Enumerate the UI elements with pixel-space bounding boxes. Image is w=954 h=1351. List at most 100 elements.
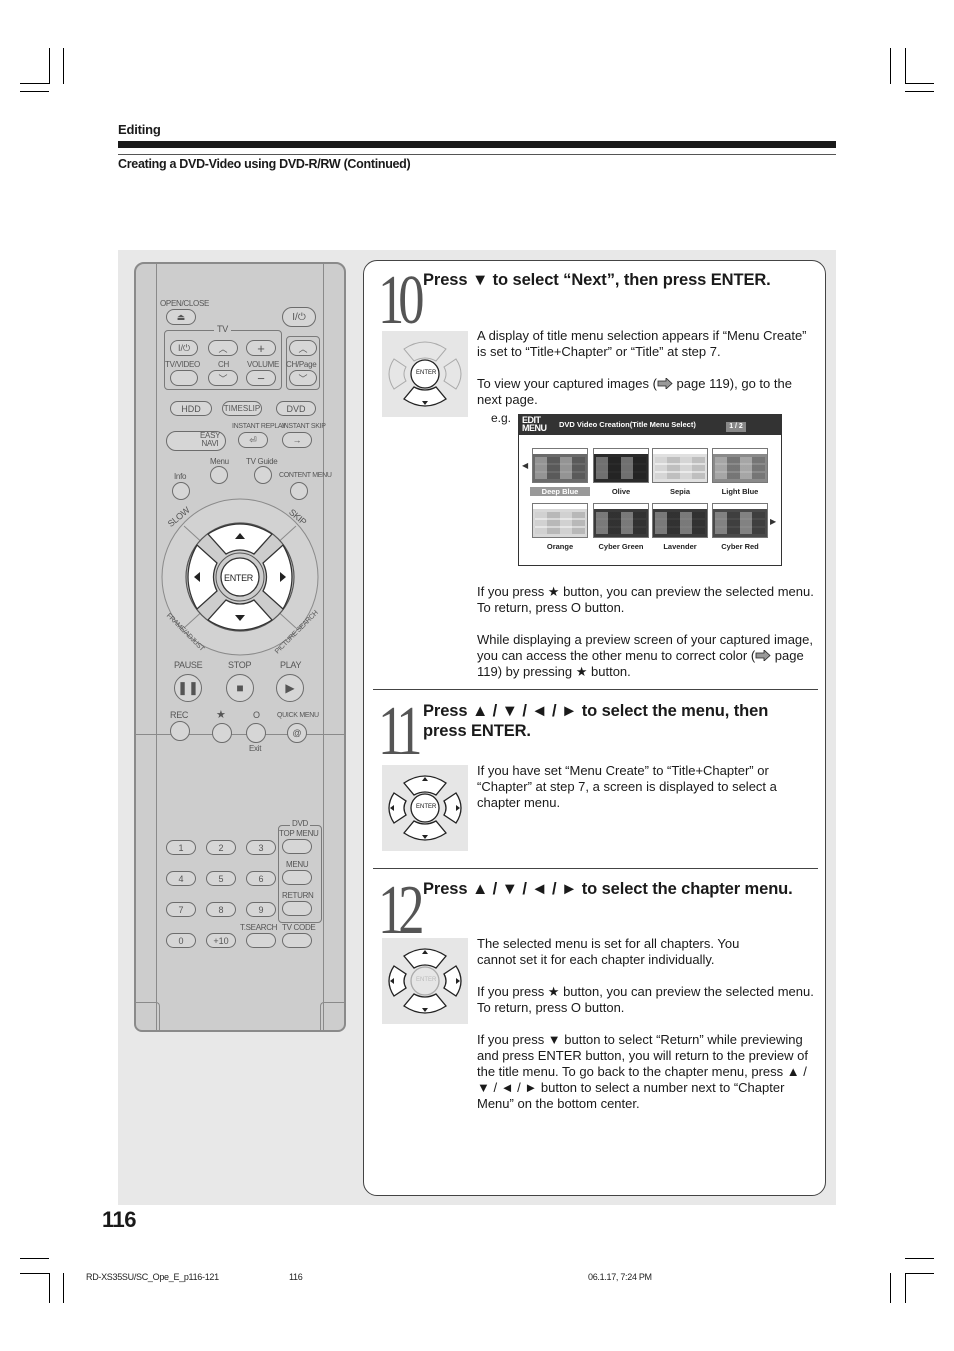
dpad-enter-label: ENTER bbox=[416, 370, 437, 376]
theme-thumbnail[interactable] bbox=[593, 448, 649, 483]
digit-button: 0 bbox=[166, 933, 196, 948]
page-number: 116 bbox=[102, 1207, 137, 1232]
theme-thumbnail[interactable] bbox=[652, 448, 708, 483]
crop-mark bbox=[49, 48, 50, 84]
crop-mark bbox=[63, 1273, 64, 1303]
step-heading: Press ▲ / ▼ / ◄ / ► to select the chapte… bbox=[423, 880, 793, 898]
step-number: 11 bbox=[378, 693, 423, 770]
theme-thumbnail[interactable] bbox=[593, 503, 649, 538]
eject-icon: ⏏ bbox=[176, 311, 186, 322]
edit-menu-logo: EDIT MENU bbox=[522, 415, 547, 433]
volume-up-button: + bbox=[246, 340, 276, 356]
section-title: Editing bbox=[118, 122, 161, 137]
menu-label: Menu bbox=[210, 457, 229, 466]
step-12-text: The selected menu is set for all chapter… bbox=[477, 936, 817, 1128]
top-menu-button bbox=[282, 839, 312, 854]
replay-icon: ⏎ bbox=[249, 434, 257, 445]
crop-mark bbox=[20, 91, 49, 92]
top-menu-label: TOP MENU bbox=[279, 829, 319, 838]
chevron-down-icon: ﹀ bbox=[218, 373, 228, 384]
screen-title: DVD Video Creation(Title Menu Select) bbox=[559, 420, 696, 429]
theme-label[interactable]: Cyber Green bbox=[591, 542, 651, 551]
remote-control-illustration: OPEN/CLOSE ⏏ I/⏻ TV I/⏻ ︿ + TV/VIDEO CH … bbox=[134, 262, 346, 1032]
exit-label: Exit bbox=[249, 744, 262, 753]
crop-mark bbox=[20, 1258, 49, 1259]
dpad-enter-label: ENTER bbox=[416, 804, 437, 810]
pause-icon: ❚❚ bbox=[177, 680, 199, 695]
ch-down-button: ﹀ bbox=[208, 370, 238, 386]
step-10-notes: If you press ★ button, you can preview t… bbox=[477, 584, 817, 696]
play-icon: ▶ bbox=[285, 681, 295, 695]
paragraph: If you press ▼ button to select “Return”… bbox=[477, 1032, 808, 1111]
dvd-group-label: DVD bbox=[290, 819, 310, 828]
easy-navi-label: EASY NAVI bbox=[200, 431, 221, 448]
theme-label[interactable]: Orange bbox=[530, 542, 590, 551]
theme-label[interactable]: Light Blue bbox=[710, 487, 770, 496]
crop-mark bbox=[20, 1273, 49, 1274]
page-subtitle: Creating a DVD-Video using DVD-R/RW (Con… bbox=[118, 157, 411, 171]
paragraph: While displaying a preview screen of you… bbox=[477, 632, 814, 679]
power-button: I/⏻ bbox=[282, 307, 316, 327]
digit-button: 1 bbox=[166, 840, 196, 855]
star-button bbox=[212, 723, 232, 743]
instant-skip-button: → bbox=[282, 432, 312, 448]
theme-thumbnail[interactable] bbox=[712, 503, 768, 538]
tv-guide-label: TV Guide bbox=[246, 457, 278, 466]
stop-button: ■ bbox=[226, 674, 254, 702]
instant-replay-button: ⏎ bbox=[238, 432, 268, 448]
ch-label: CH bbox=[218, 360, 229, 369]
crop-mark bbox=[63, 48, 64, 84]
instant-skip-label: INSTANT SKIP bbox=[282, 423, 326, 430]
crop-mark bbox=[890, 48, 891, 84]
volume-label: VOLUME bbox=[247, 360, 279, 369]
digit-button: 3 bbox=[246, 840, 276, 855]
digit-button: 5 bbox=[206, 871, 236, 886]
right-arrow-icon[interactable]: ▶ bbox=[770, 517, 776, 526]
tv-group-label: TV bbox=[214, 324, 231, 334]
volume-down-button: − bbox=[246, 370, 276, 386]
t-search-label: T.SEARCH bbox=[240, 923, 278, 932]
header-rule-thin bbox=[118, 154, 836, 155]
menu-button bbox=[210, 466, 228, 484]
digit-button: 2 bbox=[206, 840, 236, 855]
theme-thumbnail[interactable] bbox=[532, 448, 588, 483]
theme-label[interactable]: Lavender bbox=[650, 542, 710, 551]
open-close-button: ⏏ bbox=[166, 309, 196, 325]
theme-thumbnail[interactable] bbox=[712, 448, 768, 483]
theme-thumbnail[interactable] bbox=[532, 503, 588, 538]
theme-thumbnail[interactable] bbox=[652, 503, 708, 538]
quick-menu-button: @ bbox=[287, 723, 307, 743]
ch-page-up-button: ︿ bbox=[289, 340, 317, 356]
info-label: Info bbox=[174, 472, 187, 481]
page-indicator: 1 / 2 bbox=[726, 422, 746, 432]
circle-label: O bbox=[253, 710, 260, 720]
stop-label: STOP bbox=[228, 660, 252, 670]
paragraph: If you press ★ button, you can preview t… bbox=[477, 984, 814, 1015]
footer-filename: RD-XS35SU/SC_Ope_E_p116-121 bbox=[86, 1272, 219, 1282]
step-number: 10 bbox=[378, 262, 425, 339]
theme-label[interactable]: Sepia bbox=[650, 487, 710, 496]
skip-arrow-icon: → bbox=[292, 435, 302, 445]
pause-label: PAUSE bbox=[174, 660, 203, 670]
paragraph: The selected menu is set for all chapter… bbox=[477, 936, 740, 967]
crop-mark bbox=[905, 91, 934, 92]
step-11-text: If you have set “Menu Create” to “Title+… bbox=[477, 763, 817, 827]
header-rule bbox=[118, 141, 836, 148]
page-reference-arrow-icon bbox=[755, 650, 771, 661]
tv-video-button bbox=[170, 370, 198, 386]
theme-label[interactable]: Deep Blue bbox=[530, 487, 590, 496]
theme-label[interactable]: Cyber Red bbox=[710, 542, 770, 551]
play-label: PLAY bbox=[280, 660, 302, 670]
open-close-label: OPEN/CLOSE bbox=[160, 299, 210, 308]
theme-label[interactable]: Olive bbox=[591, 487, 651, 496]
tv-code-button bbox=[282, 933, 312, 948]
dvd-button: DVD bbox=[276, 401, 316, 416]
digit-button: 7 bbox=[166, 902, 196, 917]
rec-label: REC bbox=[170, 710, 189, 720]
stop-icon: ■ bbox=[236, 681, 244, 695]
dvd-menu-label: MENU bbox=[286, 860, 309, 869]
left-arrow-icon[interactable]: ◀ bbox=[522, 461, 528, 470]
crop-mark bbox=[905, 83, 934, 84]
star-label: ★ bbox=[216, 709, 226, 721]
quick-menu-label: QUICK MENU bbox=[277, 712, 319, 719]
